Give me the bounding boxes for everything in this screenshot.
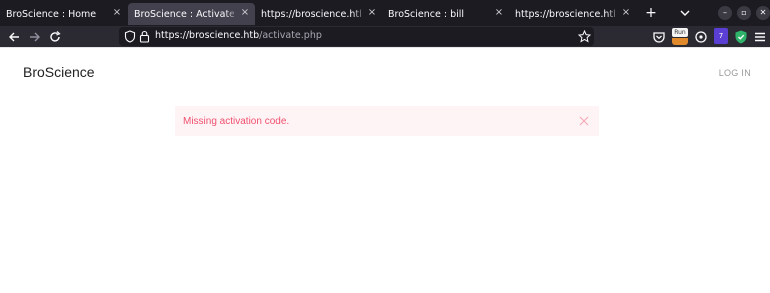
- tab-4[interactable]: BroScience : bill ×: [382, 3, 509, 25]
- url-bar[interactable]: https://broscience.htb/activate.php: [119, 27, 594, 46]
- close-icon[interactable]: [578, 115, 590, 127]
- chevron-down-icon[interactable]: [676, 4, 694, 22]
- restore-icon[interactable]: ▫: [737, 6, 751, 20]
- shield-check-icon[interactable]: [733, 29, 749, 45]
- login-link[interactable]: LOG IN: [719, 68, 751, 78]
- tab-2[interactable]: BroScience : Activate account ×: [128, 3, 255, 25]
- tab-title: https://broscience.htb/register.php: [261, 8, 361, 20]
- tab-3[interactable]: https://broscience.htb/register.php ×: [255, 3, 382, 25]
- tab-1[interactable]: BroScience : Home ×: [0, 3, 127, 25]
- navigation-toolbar: https://broscience.htb/activate.php Run …: [0, 26, 770, 47]
- reload-icon[interactable]: [47, 29, 63, 45]
- tab-title: https://broscience.htb/activate.php: [515, 8, 615, 20]
- tab-5[interactable]: https://broscience.htb/activate.php ×: [509, 3, 636, 25]
- url-host: https://broscience.htb: [155, 30, 260, 41]
- shield-icon[interactable]: [124, 30, 136, 43]
- close-tab-icon[interactable]: ×: [366, 7, 378, 19]
- tab-title: BroScience : Activate account: [134, 8, 234, 20]
- minimize-icon[interactable]: –: [718, 6, 732, 20]
- forward-arrow-icon[interactable]: [27, 29, 43, 45]
- page-content: BroScience LOG IN Missing activation cod…: [0, 47, 770, 293]
- settings-gear-icon[interactable]: [693, 29, 709, 45]
- error-alert: Missing activation code.: [175, 106, 599, 136]
- url-path: /activate.php: [259, 30, 322, 41]
- new-tab-button[interactable]: +: [640, 2, 662, 24]
- extension-badge-label: Run: [672, 28, 688, 37]
- url-text[interactable]: https://broscience.htb/activate.php: [155, 30, 322, 41]
- extension-badge-icon[interactable]: Run: [672, 28, 688, 45]
- pocket-icon[interactable]: [651, 29, 667, 45]
- tab-title: BroScience : Home: [6, 8, 97, 20]
- lock-icon[interactable]: [139, 30, 150, 43]
- close-tab-icon[interactable]: ×: [111, 7, 123, 19]
- back-arrow-icon[interactable]: [6, 29, 22, 45]
- close-tab-icon[interactable]: ×: [493, 7, 505, 19]
- bookmark-star-icon[interactable]: [578, 30, 591, 43]
- close-window-icon[interactable]: ✕: [756, 6, 770, 20]
- menu-hamburger-icon[interactable]: [752, 29, 768, 45]
- tab-strip: BroScience : Home × BroScience : Activat…: [0, 0, 770, 26]
- alert-message: Missing activation code.: [183, 115, 290, 127]
- tab-title: BroScience : bill: [388, 8, 465, 20]
- extension-icon[interactable]: 7: [714, 28, 728, 44]
- close-tab-icon[interactable]: ×: [620, 7, 632, 19]
- close-tab-icon[interactable]: ×: [239, 7, 251, 19]
- site-logo[interactable]: BroScience: [23, 64, 95, 80]
